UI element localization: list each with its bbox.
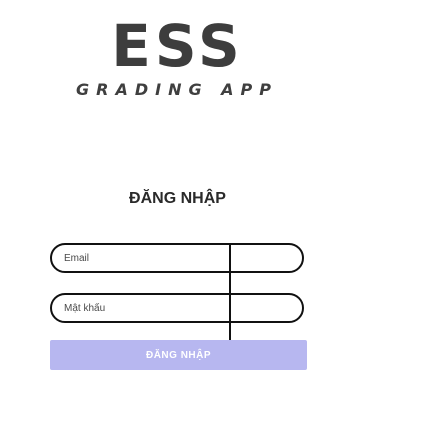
vertical-divider-line: [229, 243, 231, 343]
email-input[interactable]: [64, 245, 290, 271]
app-logo-title: ESS: [111, 12, 244, 80]
app-logo-subtitle: GRADING APP: [76, 80, 278, 99]
login-heading: ĐĂNG NHẬP: [129, 190, 226, 207]
password-input[interactable]: [64, 295, 290, 321]
login-button[interactable]: ĐĂNG NHẬP: [50, 340, 307, 370]
password-field-container: [50, 293, 304, 323]
email-field-container: [50, 243, 304, 273]
login-screen: ESS GRADING APP ĐĂNG NHẬP ĐĂNG NHẬP: [0, 0, 430, 440]
